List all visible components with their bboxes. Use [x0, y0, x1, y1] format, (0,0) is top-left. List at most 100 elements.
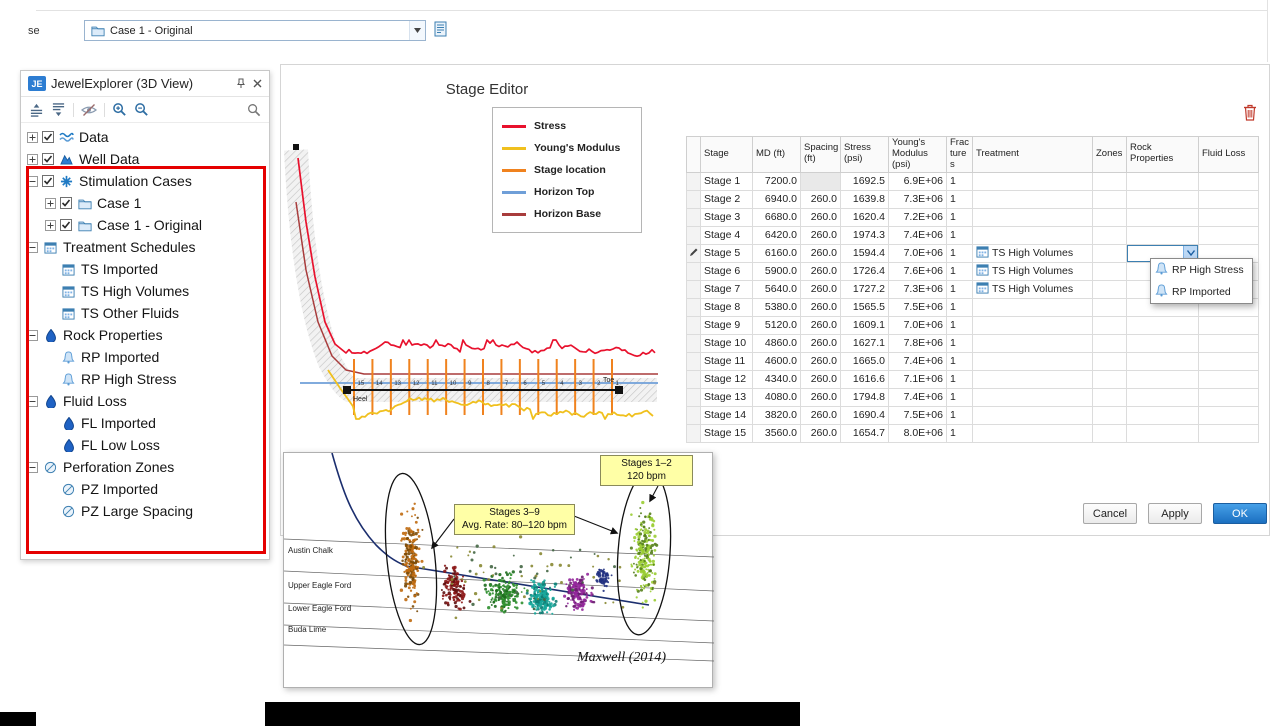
search-icon[interactable] — [247, 103, 261, 117]
table-row-stage-12[interactable]: Stage 124340.0260.01616.67.1E+061 — [687, 370, 1259, 388]
cell-treatment[interactable] — [973, 208, 1093, 226]
cell-zones[interactable] — [1093, 352, 1127, 370]
case-selector-dropdown[interactable]: Case 1 - Original — [84, 20, 426, 41]
cell-zones[interactable] — [1093, 334, 1127, 352]
tree-item-rock-properties[interactable]: Rock Properties — [21, 324, 269, 346]
cell-rock-properties[interactable] — [1127, 370, 1199, 388]
tree-item-ts-imported[interactable]: TS Imported — [21, 258, 269, 280]
cell-rock-properties[interactable] — [1127, 190, 1199, 208]
tree-item-data[interactable]: Data — [21, 126, 269, 148]
zoom-in-icon[interactable] — [112, 102, 127, 117]
cell-fluid-loss[interactable] — [1199, 370, 1259, 388]
cell-treatment[interactable] — [973, 352, 1093, 370]
expander-icon[interactable] — [27, 242, 38, 253]
cell-treatment[interactable] — [973, 424, 1093, 442]
tree-item-pz-large-spacing[interactable]: PZ Large Spacing — [21, 500, 269, 522]
cell-treatment[interactable]: TS High Volumes — [973, 280, 1093, 298]
cell-treatment[interactable] — [973, 298, 1093, 316]
table-row-stage-11[interactable]: Stage 114600.0260.01665.07.4E+061 — [687, 352, 1259, 370]
tree-item-fluid-loss[interactable]: Fluid Loss — [21, 390, 269, 412]
expander-icon[interactable] — [45, 220, 56, 231]
tree-item-ts-other-fluids[interactable]: TS Other Fluids — [21, 302, 269, 324]
expander-icon[interactable] — [27, 132, 38, 143]
tree-item-rp-imported[interactable]: RP Imported — [21, 346, 269, 368]
cell-rock-properties[interactable] — [1127, 388, 1199, 406]
cell-fluid-loss[interactable] — [1199, 226, 1259, 244]
cell-treatment[interactable] — [973, 334, 1093, 352]
zoom-out-icon[interactable] — [134, 102, 149, 117]
document-icon[interactable] — [434, 21, 447, 42]
tree-item-fl-low-loss[interactable]: FL Low Loss — [21, 434, 269, 456]
dropdown-option-rp-high-stress[interactable]: RP High Stress — [1151, 259, 1252, 281]
cell-treatment[interactable]: TS High Volumes — [973, 262, 1093, 280]
tree-item-ts-high-volumes[interactable]: TS High Volumes — [21, 280, 269, 302]
cell-rock-properties[interactable] — [1127, 208, 1199, 226]
cell-treatment[interactable] — [973, 388, 1093, 406]
cell-rock-properties[interactable] — [1127, 226, 1199, 244]
cell-treatment[interactable] — [973, 406, 1093, 424]
cell-zones[interactable] — [1093, 406, 1127, 424]
table-row-stage-1[interactable]: Stage 17200.01692.56.9E+061 — [687, 172, 1259, 190]
cell-zones[interactable] — [1093, 280, 1127, 298]
cell-zones[interactable] — [1093, 316, 1127, 334]
cell-treatment[interactable] — [973, 370, 1093, 388]
cell-zones[interactable] — [1093, 244, 1127, 262]
expander-icon[interactable] — [27, 462, 38, 473]
ok-button[interactable]: OK — [1213, 503, 1267, 524]
cell-fluid-loss[interactable] — [1199, 190, 1259, 208]
cell-zones[interactable] — [1093, 370, 1127, 388]
cell-rock-properties[interactable] — [1127, 172, 1199, 190]
cell-rock-properties[interactable] — [1127, 352, 1199, 370]
expander-icon[interactable] — [27, 396, 38, 407]
cell-treatment[interactable] — [973, 316, 1093, 334]
tree-item-stimulation-cases[interactable]: Stimulation Cases — [21, 170, 269, 192]
checkbox[interactable] — [42, 131, 54, 143]
cell-fluid-loss[interactable] — [1199, 334, 1259, 352]
hide-icon[interactable] — [81, 103, 97, 117]
table-row-stage-3[interactable]: Stage 36680.0260.01620.47.2E+061 — [687, 208, 1259, 226]
table-row-stage-10[interactable]: Stage 104860.0260.01627.17.8E+061 — [687, 334, 1259, 352]
collapse-all-icon[interactable] — [29, 103, 44, 117]
cell-fluid-loss[interactable] — [1199, 406, 1259, 424]
cell-fluid-loss[interactable] — [1199, 316, 1259, 334]
cell-fluid-loss[interactable] — [1199, 172, 1259, 190]
cell-rock-properties[interactable] — [1127, 406, 1199, 424]
cell-zones[interactable] — [1093, 424, 1127, 442]
table-row-stage-13[interactable]: Stage 134080.0260.01794.87.4E+061 — [687, 388, 1259, 406]
cell-zones[interactable] — [1093, 208, 1127, 226]
dropdown-option-rp-imported[interactable]: RP Imported — [1151, 281, 1252, 303]
expander-icon[interactable] — [45, 198, 56, 209]
checkbox[interactable] — [60, 219, 72, 231]
chevron-down-icon[interactable] — [409, 21, 425, 40]
cell-treatment[interactable] — [973, 190, 1093, 208]
tree-item-case-1-original[interactable]: Case 1 - Original — [21, 214, 269, 236]
cell-fluid-loss[interactable] — [1199, 352, 1259, 370]
checkbox[interactable] — [42, 175, 54, 187]
cell-rock-properties[interactable] — [1127, 424, 1199, 442]
cell-treatment[interactable] — [973, 172, 1093, 190]
checkbox[interactable] — [60, 197, 72, 209]
tree-item-well-data[interactable]: Well Data — [21, 148, 269, 170]
expander-icon[interactable] — [27, 154, 38, 165]
cell-rock-properties[interactable] — [1127, 316, 1199, 334]
table-row-stage-9[interactable]: Stage 95120.0260.01609.17.0E+061 — [687, 316, 1259, 334]
tree-item-perforation-zones[interactable]: Perforation Zones — [21, 456, 269, 478]
tree-item-pz-imported[interactable]: PZ Imported — [21, 478, 269, 500]
tree-item-fl-imported[interactable]: FL Imported — [21, 412, 269, 434]
table-row-stage-4[interactable]: Stage 46420.0260.01974.37.4E+061 — [687, 226, 1259, 244]
cell-zones[interactable] — [1093, 262, 1127, 280]
tree-item-rp-high-stress[interactable]: RP High Stress — [21, 368, 269, 390]
pin-icon[interactable] — [235, 78, 246, 89]
tree-item-case-1[interactable]: Case 1 — [21, 192, 269, 214]
expand-all-icon[interactable] — [51, 103, 66, 117]
table-row-stage-14[interactable]: Stage 143820.0260.01690.47.5E+061 — [687, 406, 1259, 424]
expander-icon[interactable] — [27, 176, 38, 187]
close-icon[interactable] — [253, 79, 262, 88]
table-row-stage-15[interactable]: Stage 153560.0260.01654.78.0E+061 — [687, 424, 1259, 442]
delete-stage-icon[interactable] — [1243, 104, 1257, 126]
cell-treatment[interactable]: TS High Volumes — [973, 244, 1093, 262]
cell-zones[interactable] — [1093, 172, 1127, 190]
cell-fluid-loss[interactable] — [1199, 424, 1259, 442]
tree-item-treatment-schedules[interactable]: Treatment Schedules — [21, 236, 269, 258]
cell-fluid-loss[interactable] — [1199, 208, 1259, 226]
